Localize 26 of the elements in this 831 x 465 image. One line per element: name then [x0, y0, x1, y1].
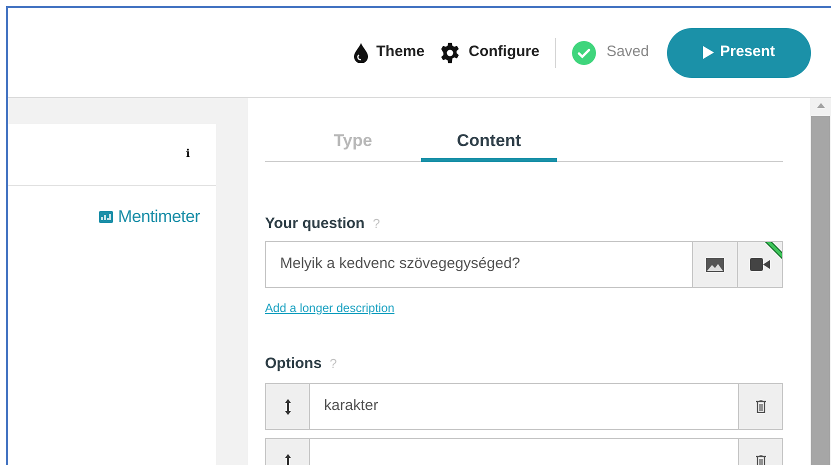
configure-button[interactable]: Configure [438, 41, 540, 64]
question-field[interactable]: Melyik a kedvenc szövegegységed? [265, 241, 693, 288]
info-icon[interactable]: i [186, 146, 190, 163]
present-button[interactable]: Present [667, 28, 811, 78]
image-icon [706, 258, 724, 272]
delete-button[interactable] [738, 383, 783, 430]
drag-handle[interactable] [265, 383, 310, 430]
field-label: Options [265, 354, 322, 374]
vertical-arrows-icon [284, 454, 290, 465]
field-label: Your question [265, 214, 365, 234]
check-circle-icon [572, 40, 596, 64]
saved-status: Saved [606, 42, 649, 62]
play-icon [702, 46, 714, 59]
trash-icon [756, 400, 766, 413]
video-button[interactable] [738, 241, 783, 288]
video-camera-icon [750, 258, 770, 271]
vertical-arrows-icon [284, 398, 290, 414]
brand-name: Mentimeter [118, 206, 200, 228]
chart-logo-icon [98, 210, 113, 223]
trash-icon [756, 455, 766, 465]
settings-icon [438, 42, 461, 64]
image-button[interactable] [693, 241, 738, 288]
option-field[interactable]: karakter [310, 383, 738, 430]
drop-icon [354, 42, 368, 62]
tab[interactable]: Content [421, 124, 557, 162]
theme-button[interactable]: Theme [354, 41, 425, 64]
